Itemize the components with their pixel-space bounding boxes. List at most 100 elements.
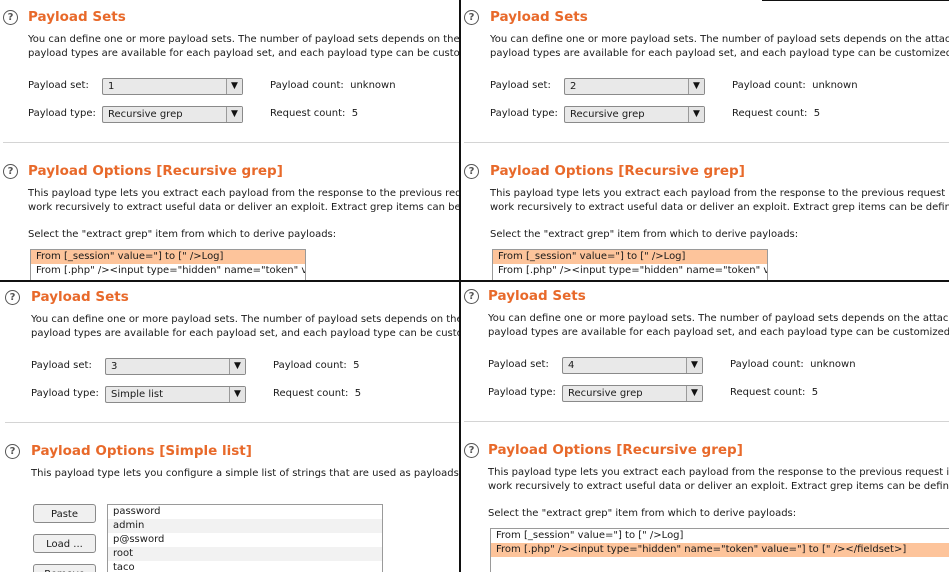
payload-options-title: Payload Options [Recursive grep] <box>28 163 283 179</box>
payload-set-select[interactable]: 3 ▼ <box>105 358 246 375</box>
section-divider <box>3 142 459 143</box>
section-divider <box>464 421 949 422</box>
payload-type-select[interactable]: Recursive grep ▼ <box>102 106 243 123</box>
chevron-down-icon[interactable]: ▼ <box>226 107 242 122</box>
payload-sets-title: Payload Sets <box>488 288 586 304</box>
payload-sets-description: You can define one or more payload sets.… <box>28 34 459 59</box>
vertical-divider <box>459 0 461 572</box>
payload-count-label: Payload count: 5 <box>273 360 360 371</box>
load-button[interactable]: Load ... <box>33 534 96 553</box>
request-count-label: Request count: 5 <box>273 388 362 399</box>
list-item[interactable]: root <box>108 547 382 561</box>
payload-type-label: Payload type: <box>488 387 556 398</box>
section-divider <box>464 142 949 143</box>
payload-sets-title: Payload Sets <box>31 289 129 305</box>
help-icon[interactable]: ? <box>5 444 20 459</box>
extract-grep-prompt: Select the "extract grep" item from whic… <box>28 229 337 240</box>
list-item[interactable]: From [.php" /><input type="hidden" name=… <box>493 264 767 278</box>
request-count-value: 5 <box>354 388 362 399</box>
payload-options-description: This payload type lets you extract each … <box>490 188 949 213</box>
remove-button[interactable]: Remove <box>33 564 96 572</box>
payload-options-description: This payload type lets you configure a s… <box>31 468 459 479</box>
request-count-label: Request count: 5 <box>270 108 359 119</box>
chevron-down-icon[interactable]: ▼ <box>688 79 704 94</box>
help-icon[interactable]: ? <box>5 290 20 305</box>
payload-options-title: Payload Options [Recursive grep] <box>488 442 743 458</box>
payload-set-select[interactable]: 4 ▼ <box>562 357 703 374</box>
paste-button[interactable]: Paste <box>33 504 96 523</box>
payload-type-value: Recursive grep <box>108 109 183 120</box>
chevron-down-icon[interactable]: ▼ <box>686 358 702 373</box>
payload-sets-title: Payload Sets <box>28 9 126 25</box>
chevron-down-icon[interactable]: ▼ <box>686 386 702 401</box>
list-item[interactable]: admin <box>108 519 382 533</box>
request-count-value: 5 <box>351 108 359 119</box>
list-item[interactable]: From [_session" value="] to [" />Log] <box>493 250 767 264</box>
list-item[interactable]: p@ssword <box>108 533 382 547</box>
payload-count-label: Payload count: unknown <box>732 80 858 91</box>
payload-options-title: Payload Options [Recursive grep] <box>490 163 745 179</box>
payload-type-select[interactable]: Recursive grep ▼ <box>562 385 703 402</box>
payload-options-description: This payload type lets you extract each … <box>28 188 459 213</box>
top-edge-bar <box>762 0 949 1</box>
list-item[interactable]: From [.php" /><input type="hidden" name=… <box>491 543 949 557</box>
payload-type-select[interactable]: Simple list ▼ <box>105 386 246 403</box>
request-count-label: Request count: 5 <box>730 387 819 398</box>
payload-set-value: 4 <box>568 360 575 371</box>
payload-type-value: Recursive grep <box>568 388 643 399</box>
list-item[interactable]: password <box>108 505 382 519</box>
chevron-down-icon[interactable]: ▼ <box>229 359 245 374</box>
panel-1: ? Payload Sets You can define one or mor… <box>0 0 459 280</box>
simple-list[interactable]: password admin p@ssword root taco <box>107 504 383 572</box>
payload-sets-description: You can define one or more payload sets.… <box>490 34 949 59</box>
payload-set-select[interactable]: 1 ▼ <box>102 78 243 95</box>
list-item[interactable]: From [_session" value="] to [" />Log] <box>491 529 949 543</box>
list-item[interactable]: From [_session" value="] to [" />Log] <box>31 250 305 264</box>
chevron-down-icon[interactable]: ▼ <box>229 387 245 402</box>
extract-grep-list[interactable]: From [_session" value="] to [" />Log] Fr… <box>30 249 306 280</box>
payload-type-label: Payload type: <box>28 108 96 119</box>
extract-grep-prompt: Select the "extract grep" item from whic… <box>488 508 797 519</box>
section-divider <box>5 422 459 423</box>
request-count-label: Request count: 5 <box>732 108 821 119</box>
payload-options-title: Payload Options [Simple list] <box>31 443 252 459</box>
request-count-value: 5 <box>811 387 819 398</box>
help-icon[interactable]: ? <box>464 164 479 179</box>
list-item[interactable]: taco <box>108 561 382 572</box>
horizontal-divider <box>0 280 949 282</box>
payload-sets-description: You can define one or more payload sets.… <box>31 314 459 339</box>
payload-count-label: Payload count: unknown <box>730 359 856 370</box>
payload-type-value: Recursive grep <box>570 109 645 120</box>
help-icon[interactable]: ? <box>3 10 18 25</box>
payload-set-label: Payload set: <box>490 80 551 91</box>
extract-grep-list[interactable]: From [_session" value="] to [" />Log] Fr… <box>492 249 768 280</box>
panel-3: ? Payload Sets You can define one or mor… <box>0 282 459 572</box>
help-icon[interactable]: ? <box>464 10 479 25</box>
chevron-down-icon[interactable]: ▼ <box>226 79 242 94</box>
panel-4: ? Payload Sets You can define one or mor… <box>461 282 949 572</box>
payload-count-value: unknown <box>350 80 396 91</box>
payload-count-value: unknown <box>810 359 856 370</box>
panel-2: ? Payload Sets You can define one or mor… <box>461 0 949 280</box>
help-icon[interactable]: ? <box>464 443 479 458</box>
extract-grep-prompt: Select the "extract grep" item from whic… <box>490 229 799 240</box>
payload-set-value: 2 <box>570 81 577 92</box>
extract-grep-list[interactable]: From [_session" value="] to [" />Log] Fr… <box>490 528 949 572</box>
payload-type-label: Payload type: <box>31 388 99 399</box>
help-icon[interactable]: ? <box>464 289 479 304</box>
payload-set-select[interactable]: 2 ▼ <box>564 78 705 95</box>
payload-type-label: Payload type: <box>490 108 558 119</box>
payload-count-value: 5 <box>353 360 360 371</box>
help-icon[interactable]: ? <box>3 164 18 179</box>
request-count-value: 5 <box>813 108 821 119</box>
payload-set-value: 1 <box>108 81 115 92</box>
payload-sets-title: Payload Sets <box>490 9 588 25</box>
list-item[interactable]: From [.php" /><input type="hidden" name=… <box>31 264 305 278</box>
payload-count-value: unknown <box>812 80 858 91</box>
payload-count-label: Payload count: unknown <box>270 80 396 91</box>
payload-set-label: Payload set: <box>488 359 549 370</box>
payload-type-select[interactable]: Recursive grep ▼ <box>564 106 705 123</box>
chevron-down-icon[interactable]: ▼ <box>688 107 704 122</box>
payload-set-label: Payload set: <box>28 80 89 91</box>
payload-set-value: 3 <box>111 361 118 372</box>
